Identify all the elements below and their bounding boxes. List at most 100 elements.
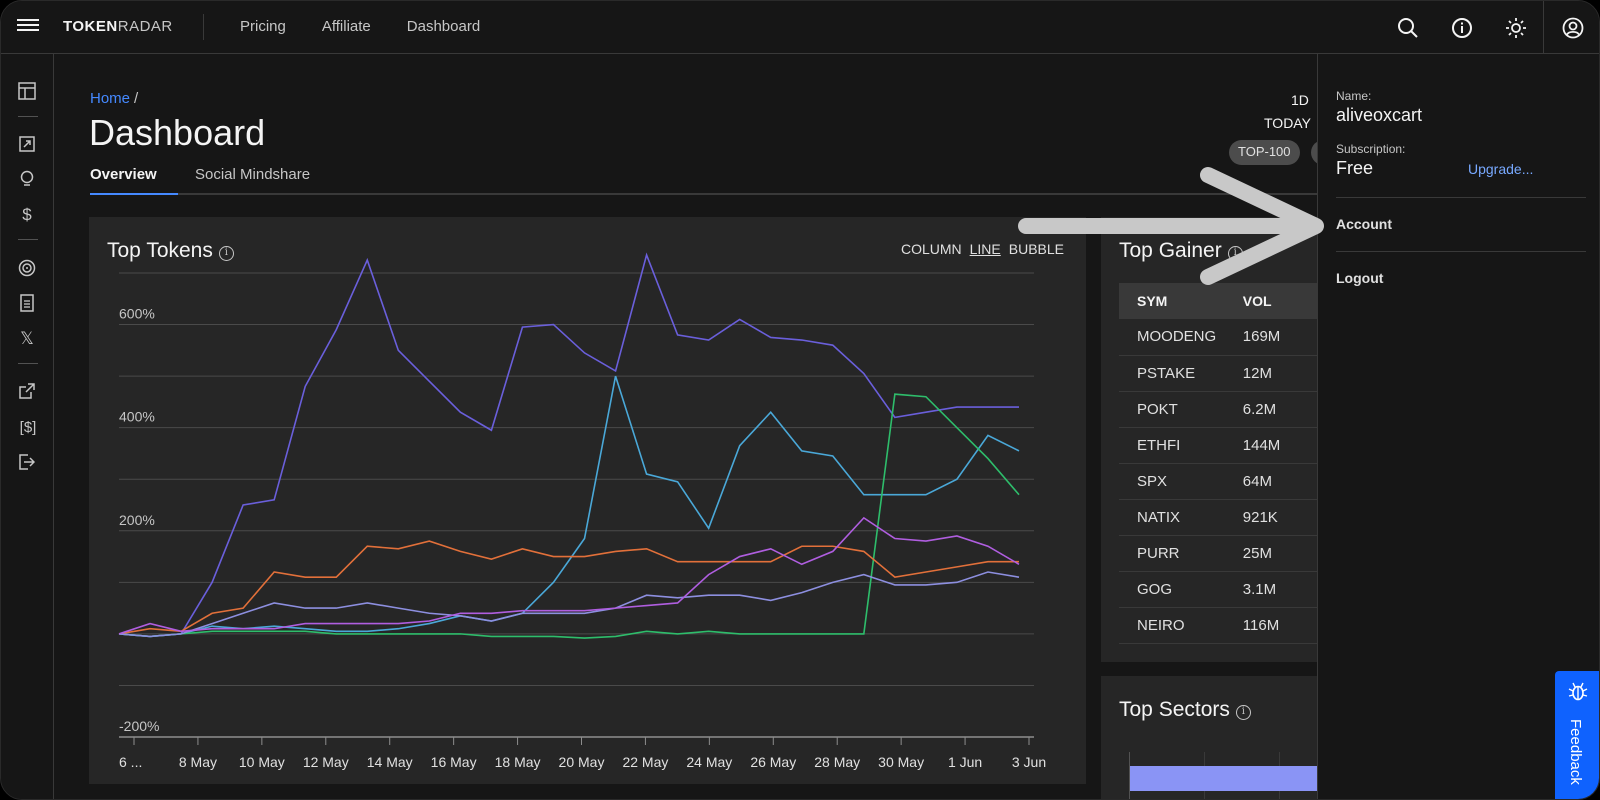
cell-volume: 169M <box>1224 319 1303 356</box>
logout-link[interactable]: Logout <box>1336 270 1383 286</box>
x-tick-label: 28 May <box>814 754 860 770</box>
cell-symbol: MOODENG <box>1119 319 1225 356</box>
info-icon[interactable]: i <box>1227 246 1243 261</box>
breadcrumb: Home / <box>90 90 139 107</box>
top-sectors-title: Top Sectors i <box>1119 698 1251 722</box>
cell-volume: 12M <box>1224 355 1303 392</box>
panel-divider <box>1336 251 1586 252</box>
expand-icon[interactable] <box>16 133 38 155</box>
cell-symbol: ETHFI <box>1119 427 1225 464</box>
page-title: Dashboard <box>89 112 266 153</box>
series-line-pstake <box>118 375 1020 638</box>
cell-symbol: PSTAKE <box>1119 355 1225 392</box>
panel-divider <box>1336 197 1586 198</box>
target-icon[interactable] <box>16 257 38 279</box>
top-nav: Pricing Affiliate Dashboard <box>224 1 500 54</box>
nav-divider <box>203 14 204 40</box>
cell-volume: 25M <box>1224 535 1303 572</box>
main-content: Home / Dashboard 1D TODAY TOP-100 Overvie… <box>54 54 1371 799</box>
range-label-today[interactable]: TODAY <box>1264 115 1311 131</box>
cell-volume: 144M <box>1224 427 1303 464</box>
x-tick-label: 10 May <box>239 754 285 770</box>
y-tick-label: 400% <box>119 409 155 425</box>
y-tick-label: -200% <box>119 718 159 734</box>
tab-bar: Overview Social Mindshare <box>90 159 1318 195</box>
top-bar: TOKENRADAR Pricing Affiliate Dashboard <box>1 1 1599 54</box>
x-tick-label: 30 May <box>878 754 924 770</box>
brand-logo[interactable]: TOKENRADAR <box>63 18 173 35</box>
series-line-ethfi <box>118 540 1019 635</box>
col-header-vol[interactable]: VOL <box>1224 283 1303 319</box>
subscription-label: Subscription: <box>1336 142 1406 156</box>
series-line-natix <box>118 516 1020 635</box>
lightbulb-icon[interactable] <box>16 168 38 190</box>
x-tick-label: 26 May <box>750 754 796 770</box>
tab-social-mindshare[interactable]: Social Mindshare <box>195 166 310 195</box>
cell-symbol: GOG <box>1119 571 1225 608</box>
app-window: TOKENRADAR Pricing Affiliate Dashboard $… <box>0 0 1600 800</box>
account-link[interactable]: Account <box>1336 216 1392 232</box>
logout-icon[interactable] <box>16 451 38 473</box>
name-label: Name: <box>1336 89 1372 103</box>
x-tick-label: 3 Jun <box>1012 754 1046 770</box>
x-tick-label: 1 Jun <box>948 754 982 770</box>
y-tick-label: 600% <box>119 306 155 322</box>
x-tick-label: 22 May <box>622 754 668 770</box>
feedback-button[interactable]: Feedback <box>1555 671 1599 799</box>
nav-affiliate[interactable]: Affiliate <box>306 1 391 54</box>
range-label-1d[interactable]: 1D <box>1291 92 1309 108</box>
x-tick-label: 8 May <box>179 754 217 770</box>
col-header-sym[interactable]: SYM <box>1119 283 1225 319</box>
search-icon[interactable] <box>1381 1 1435 54</box>
x-tick-label: 16 May <box>431 754 477 770</box>
top-gainer-title: Top Gainer i <box>1119 239 1243 263</box>
top-icons <box>1381 1 1599 54</box>
tab-overview[interactable]: Overview <box>90 166 178 195</box>
cell-symbol: NEIRO <box>1119 607 1225 644</box>
cell-volume: 6.2M <box>1224 391 1303 428</box>
cell-volume: 64M <box>1224 463 1303 500</box>
series-line-pokt <box>118 393 1020 639</box>
x-social-icon[interactable]: 𝕏 <box>16 328 38 350</box>
subscription-value: Free <box>1336 158 1374 178</box>
cell-volume: 116M <box>1224 607 1303 644</box>
cell-symbol: POKT <box>1119 391 1225 428</box>
x-tick-label: 24 May <box>686 754 732 770</box>
cell-volume: 921K <box>1224 499 1303 536</box>
bracket-dollar-icon[interactable]: [$] <box>16 416 40 438</box>
x-tick-label: 6 ... <box>119 754 142 770</box>
feedback-label: Feedback <box>1567 719 1584 785</box>
cell-symbol: NATIX <box>1119 499 1225 536</box>
y-tick-label: 200% <box>119 512 155 528</box>
document-icon[interactable] <box>16 292 38 314</box>
dashboard-table-icon[interactable] <box>16 80 38 102</box>
x-tick-label: 20 May <box>559 754 605 770</box>
cell-volume: 3.1M <box>1224 571 1303 608</box>
username-value: aliveoxcart <box>1336 105 1423 125</box>
top-tokens-line-chart: 600% 400% 200% -200% 6 ... 8 May 10 May 12 May 1… <box>118 252 1046 770</box>
nav-dashboard[interactable]: Dashboard <box>391 1 500 54</box>
series-line-moodeng <box>118 252 1019 638</box>
sidebar-divider <box>18 116 38 117</box>
upgrade-link[interactable]: Upgrade... <box>1468 161 1533 177</box>
cell-symbol: SPX <box>1119 463 1225 500</box>
info-icon[interactable] <box>1435 1 1489 54</box>
dollar-icon[interactable]: $ <box>16 204 38 226</box>
left-sidebar: $ 𝕏 [$] <box>1 54 54 799</box>
sidebar-divider <box>18 239 38 240</box>
sidebar-divider <box>18 363 38 364</box>
nav-pricing[interactable]: Pricing <box>224 1 306 54</box>
x-tick-label: 18 May <box>495 754 541 770</box>
bug-icon <box>1568 682 1588 701</box>
top-tokens-card: Top Tokens i COLUMN LINE BUBBLE 600% 400% 2… <box>89 217 1086 784</box>
cell-symbol: PURR <box>1119 535 1225 572</box>
hamburger-menu-icon[interactable] <box>17 16 39 38</box>
x-tick-label: 12 May <box>303 754 349 770</box>
theme-sun-icon[interactable] <box>1489 1 1543 54</box>
user-avatar-icon[interactable] <box>1543 1 1599 54</box>
series-line-spx <box>118 571 1020 638</box>
external-link-icon[interactable] <box>16 380 38 402</box>
info-icon[interactable]: i <box>1235 705 1251 720</box>
x-tick-label: 14 May <box>367 754 413 770</box>
breadcrumb-home[interactable]: Home <box>90 90 130 107</box>
